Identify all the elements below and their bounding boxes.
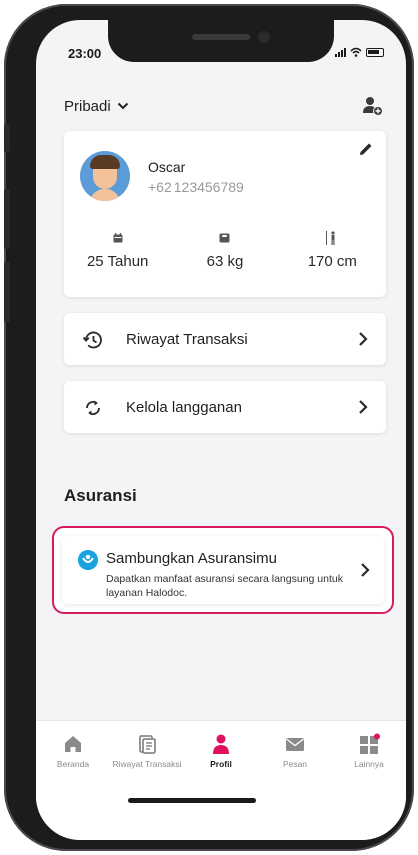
phone-number: 123456789 — [173, 179, 244, 195]
connect-insurance-card[interactable]: Sambungkan Asuransimu Dapatkan manfaat a… — [62, 536, 384, 604]
phone-frame: 23:00 Pribadi Oscar +62 123456789 25 Tah… — [4, 4, 414, 851]
stat-weight: 63 kg — [171, 231, 278, 270]
mail-icon — [286, 738, 304, 751]
volume-up-button — [4, 189, 10, 249]
insurance-card-description: Dapatkan manfaat asuransi secara langsun… — [106, 573, 343, 599]
app-screen: 23:00 Pribadi Oscar +62 123456789 25 Tah… — [36, 20, 406, 840]
edit-icon[interactable] — [358, 141, 374, 157]
height-icon — [326, 231, 335, 245]
status-time: 23:00 — [68, 46, 102, 61]
person-icon — [213, 734, 229, 754]
stat-height-value: 170 cm — [307, 253, 357, 270]
phone-country-code: +62 — [148, 179, 172, 195]
insurance-card-title: Sambungkan Asuransimu — [106, 550, 277, 567]
profile-name: Oscar — [148, 159, 186, 175]
calendar-icon — [113, 233, 123, 243]
history-icon — [82, 331, 102, 349]
manage-subscription-label: Kelola langganan — [126, 398, 242, 416]
tab-label: Beranda — [56, 759, 90, 769]
tab-profil[interactable]: Profil — [184, 721, 258, 782]
chevron-right-icon — [359, 332, 368, 346]
account-label: Pribadi — [64, 97, 111, 115]
document-icon — [139, 735, 156, 754]
chevron-down-icon — [117, 102, 128, 110]
home-indicator-area — [36, 782, 406, 840]
sync-icon — [86, 400, 100, 416]
avatar — [80, 151, 130, 201]
stat-age: 25 Tahun — [64, 231, 171, 270]
insurance-logo-icon — [78, 550, 98, 570]
chevron-right-icon — [361, 563, 370, 577]
insurance-section-title: Asuransi — [64, 486, 137, 505]
home-icon — [65, 736, 81, 752]
wifi-icon — [350, 47, 362, 57]
bottom-tab-bar: Beranda Riwayat Transaksi Profil Pesan L… — [36, 720, 406, 782]
stat-age-value: 25 Tahun — [86, 253, 149, 270]
notch — [108, 20, 334, 62]
tab-label: Pesan — [282, 759, 308, 769]
account-switcher[interactable]: Pribadi — [64, 98, 129, 115]
tab-pesan[interactable]: Pesan — [258, 721, 332, 782]
chevron-right-icon — [359, 400, 368, 414]
transaction-history-label: Riwayat Transaksi — [126, 330, 248, 348]
tab-label: Riwayat Transaksi — [112, 759, 182, 769]
stat-height: 170 cm — [279, 231, 386, 270]
scale-icon — [219, 233, 230, 243]
mute-switch — [4, 124, 10, 152]
add-user-icon[interactable] — [362, 96, 384, 116]
profile-header: Pribadi — [64, 96, 384, 116]
manage-subscription-row[interactable]: Kelola langganan — [64, 381, 386, 433]
front-camera — [258, 31, 270, 43]
profile-stats: 25 Tahun 63 kg 170 cm — [64, 231, 386, 270]
transaction-history-row[interactable]: Riwayat Transaksi — [64, 313, 386, 365]
stat-weight-value: 63 kg — [206, 253, 244, 270]
status-icons — [335, 47, 384, 57]
profile-card: Oscar +62 123456789 25 Tahun 63 kg 170 c… — [64, 131, 386, 297]
signal-icon — [335, 47, 346, 57]
battery-icon — [366, 47, 384, 57]
profile-phone: +62 123456789 — [148, 179, 244, 195]
home-indicator[interactable] — [128, 798, 256, 803]
tab-label: Lainnya — [354, 759, 384, 769]
speaker — [192, 34, 250, 40]
tab-label: Profil — [210, 759, 232, 769]
tab-riwayat-transaksi[interactable]: Riwayat Transaksi — [110, 721, 184, 782]
connect-insurance-highlight: Sambungkan Asuransimu Dapatkan manfaat a… — [52, 526, 394, 614]
tab-lainnya[interactable]: Lainnya — [332, 721, 406, 782]
volume-down-button — [4, 262, 10, 322]
tab-beranda[interactable]: Beranda — [36, 721, 110, 782]
grid-icon — [360, 733, 380, 754]
